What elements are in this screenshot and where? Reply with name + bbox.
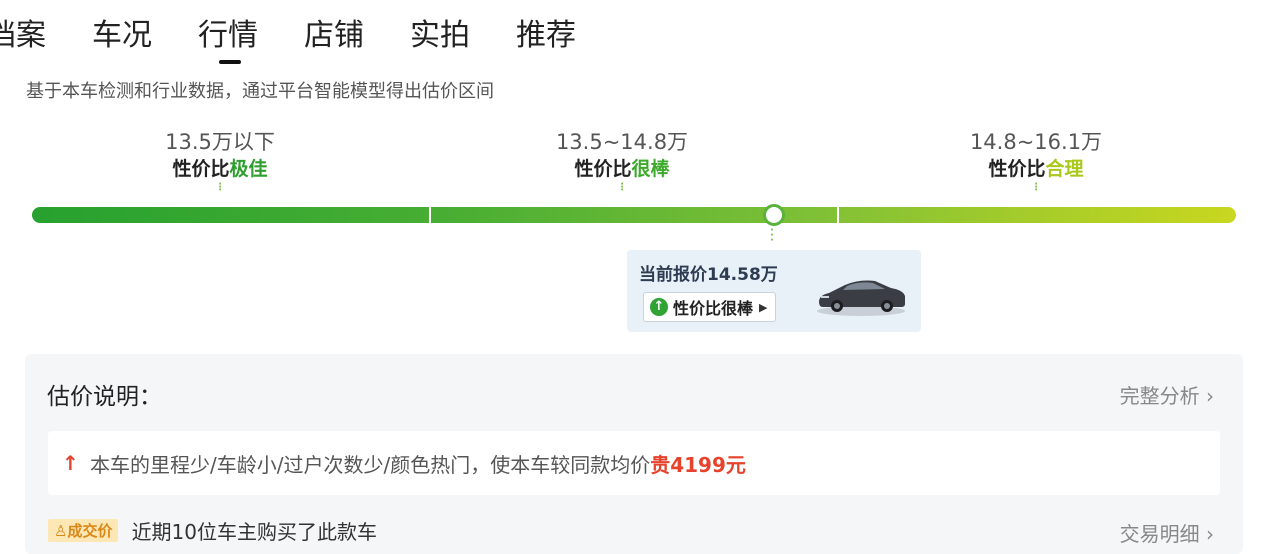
explanation-title: 估价说明：: [47, 384, 162, 410]
range-value: 14.8~16.1万: [969, 130, 1103, 154]
price-reason-text: 本车的里程少/车龄小/过户次数少/颜色热门，使本车较同款均价贵4199元: [90, 453, 746, 477]
range-rating: 性价比很棒: [574, 158, 670, 180]
tab-store[interactable]: 店铺: [304, 14, 364, 58]
current-price-card: 当前报价14.58万 ↑ 性价比很棒 ▶: [627, 250, 921, 332]
range-rating: 性价比极佳: [172, 158, 268, 180]
tab-archive[interactable]: 档案: [0, 14, 46, 58]
marker-pointer-dots: · · ·: [770, 225, 774, 246]
arrow-up-icon: ↑: [650, 298, 668, 316]
tab-market[interactable]: 行情: [198, 14, 258, 64]
range-value: 13.5~14.8万: [555, 130, 689, 154]
range-reasonable: 14.8~16.1万 性价比合理 ⋮: [886, 128, 1186, 194]
current-price-marker: [763, 204, 785, 226]
range-divider: [429, 207, 431, 223]
recent-deals-text: 近期10位车主购买了此款车: [131, 520, 378, 544]
play-triangle-icon: ▶: [759, 300, 768, 314]
price-diff-amount: 4199元: [670, 453, 746, 477]
tab-photos[interactable]: 实拍: [410, 14, 470, 58]
deal-price-badge: ♙成交价: [48, 519, 119, 542]
price-range-bar: [32, 207, 1236, 223]
price-reason-card: ↑ 本车的里程少/车龄小/过户次数少/颜色热门，使本车较同款均价贵4199元: [48, 431, 1220, 495]
range-divider: [837, 207, 839, 223]
range-pointer-dots: ⋮: [1031, 182, 1041, 193]
valuation-subtitle: 基于本车检测和行业数据，通过平台智能模型得出估价区间: [26, 81, 494, 102]
tab-bar: 档案 车况 行情 店铺 实拍 推荐: [0, 14, 622, 64]
bell-icon: ♙: [54, 522, 68, 540]
range-great: 13.5~14.8万 性价比很棒 ⋮: [472, 128, 772, 194]
recent-deals-row: ♙成交价 近期10位车主购买了此款车: [48, 516, 378, 544]
tab-condition[interactable]: 车况: [92, 14, 152, 58]
arrow-up-icon: ↑: [62, 451, 79, 475]
full-analysis-link[interactable]: 完整分析 ›: [1120, 380, 1214, 409]
range-pointer-dots: ⋮: [215, 182, 225, 193]
value-rating-label: 性价比很棒: [673, 299, 754, 318]
current-price-label: 当前报价14.58万: [639, 265, 778, 285]
range-value: 13.5万以下: [165, 130, 275, 154]
range-rating: 性价比合理: [988, 158, 1084, 180]
price-diff-direction: 贵: [650, 453, 671, 477]
range-excellent: 13.5万以下 性价比极佳 ⋮: [70, 128, 370, 194]
value-rating-button[interactable]: ↑ 性价比很棒 ▶: [643, 292, 777, 322]
range-pointer-dots: ⋮: [617, 182, 627, 193]
tab-recommend[interactable]: 推荐: [516, 14, 576, 58]
car-thumbnail: [817, 280, 905, 316]
